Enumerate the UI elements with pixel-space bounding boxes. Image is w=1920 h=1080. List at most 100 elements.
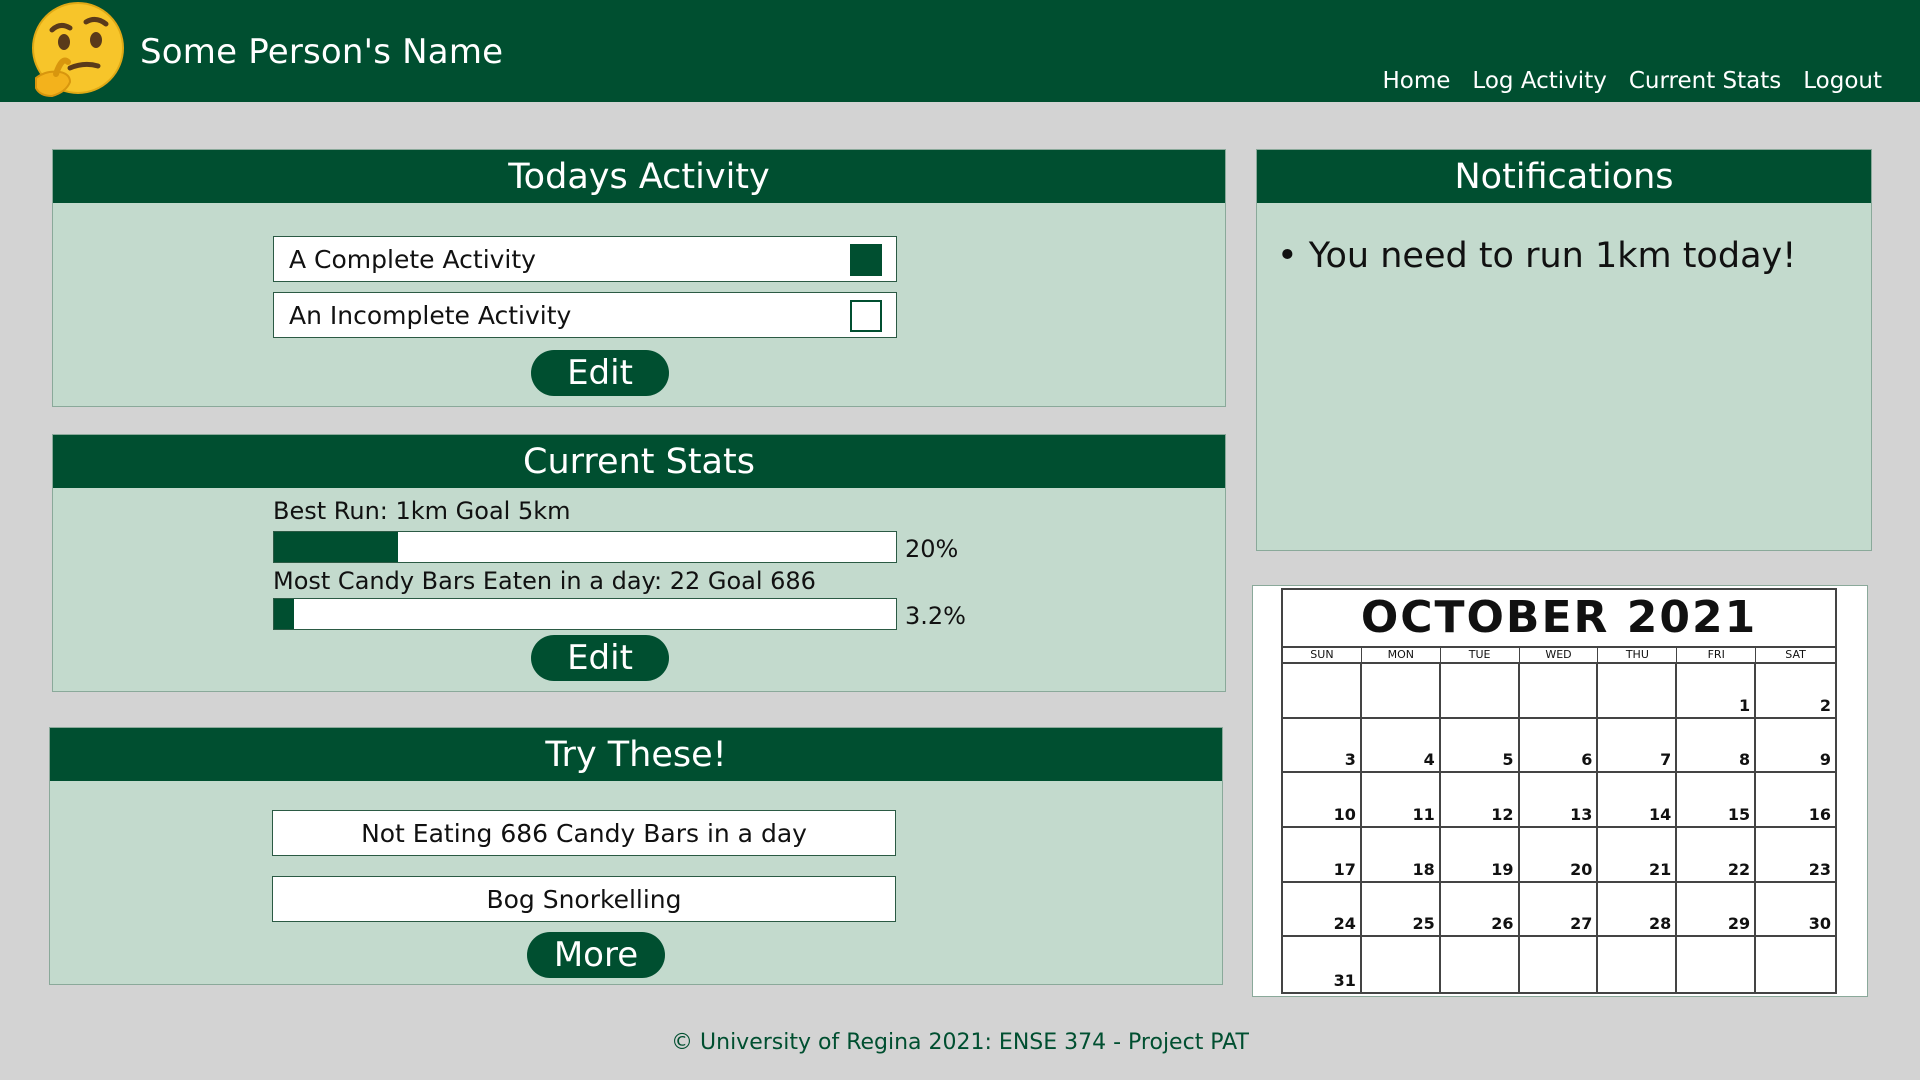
activity-row: A Complete Activity (273, 236, 897, 282)
calendar-day-cell[interactable]: 20 (1519, 828, 1599, 883)
calendar-day-cell[interactable]: 23 (1756, 828, 1835, 883)
calendar-day-cell[interactable]: 28 (1598, 882, 1678, 938)
nav-current-stats-link[interactable]: Current Stats (1629, 68, 1781, 94)
calendar-day-number: 26 (1491, 914, 1514, 934)
calendar-day-cell[interactable] (1361, 664, 1441, 719)
calendar-day-number: 20 (1570, 859, 1593, 879)
edit-activity-button[interactable]: Edit (531, 350, 669, 396)
todays-activity-title: Todays Activity (53, 150, 1225, 203)
calendar-day-cell[interactable] (1598, 664, 1678, 719)
calendar-day-cell[interactable]: 29 (1677, 882, 1757, 938)
footer-text: © University of Regina 2021: ENSE 374 - … (671, 1030, 1249, 1055)
activity-label: A Complete Activity (289, 244, 536, 274)
calendar-title: OCTOBER 2021 (1360, 592, 1758, 643)
top-nav-bar: Some Person's Name Home Log Activity Cur… (0, 0, 1920, 102)
calendar-day-cell[interactable]: 5 (1440, 718, 1520, 774)
calendar-day-number: 21 (1649, 859, 1672, 879)
more-button[interactable]: More (527, 932, 665, 978)
suggestion-item[interactable]: Not Eating 686 Candy Bars in a day (272, 810, 896, 856)
calendar-day-number: 11 (1412, 805, 1435, 824)
calendar-day-cell[interactable]: 7 (1598, 718, 1678, 774)
calendar-day-cell[interactable]: 3 (1283, 718, 1362, 774)
calendar-day-number: 17 (1333, 859, 1356, 879)
calendar-day-cell[interactable]: 26 (1440, 882, 1520, 938)
calendar-day-cell[interactable]: 27 (1519, 882, 1599, 938)
progress-fill (274, 532, 399, 562)
calendar-weekday: TUE (1441, 648, 1520, 662)
calendar-day-number: 29 (1727, 914, 1751, 934)
calendar-day-cell[interactable] (1520, 937, 1599, 992)
suggestion-item[interactable]: Bog Snorkelling (272, 876, 896, 922)
calendar-day-cell[interactable]: 21 (1598, 828, 1678, 883)
calendar-day-number: 5 (1502, 750, 1514, 770)
progress-bar (273, 598, 897, 630)
calendar-weekday: WED (1520, 648, 1599, 662)
calendar-day-number: 25 (1412, 914, 1435, 934)
calendar-day-cell[interactable] (1441, 937, 1520, 992)
activity-row: An Incomplete Activity (273, 292, 897, 338)
progress-percent: 3.2% (905, 602, 966, 630)
main-nav: Home Log Activity Current Stats Logout (1361, 68, 1883, 94)
calendar-day-cell[interactable] (1598, 937, 1678, 992)
calendar-day-number: 19 (1491, 859, 1514, 879)
calendar-day-cell[interactable] (1362, 937, 1441, 992)
calendar-day-number: 4 (1423, 750, 1435, 770)
stat-label: Most Candy Bars Eaten in a day: 22 Goal … (273, 567, 816, 595)
calendar-day-cell[interactable]: 12 (1440, 773, 1520, 828)
calendar-weekday: SAT (1785, 648, 1806, 661)
stat-label: Best Run: 1km Goal 5km (273, 497, 571, 525)
calendar-day-number: 8 (1739, 750, 1751, 770)
site-title: Some Person's Name (140, 32, 504, 72)
calendar-day-cell[interactable]: 18 (1361, 828, 1441, 883)
calendar-day-cell[interactable] (1283, 664, 1362, 719)
calendar-day-number: 27 (1570, 914, 1593, 934)
edit-stats-button[interactable]: Edit (531, 635, 669, 681)
calendar-day-number: 2 (1819, 695, 1831, 715)
calendar-day-cell[interactable]: 4 (1361, 718, 1441, 774)
current-stats-title: Current Stats (53, 435, 1225, 488)
calendar-day-cell[interactable] (1677, 937, 1757, 992)
progress-fill (274, 599, 294, 629)
calendar-day-cell[interactable]: 30 (1756, 883, 1835, 938)
calendar-day-cell[interactable]: 2 (1756, 664, 1835, 719)
calendar-day-number: 30 (1808, 914, 1831, 934)
calendar-day-number: 18 (1412, 859, 1435, 879)
calendar-day-cell[interactable]: 13 (1519, 773, 1599, 828)
calendar-day-cell[interactable]: 22 (1677, 828, 1757, 883)
calendar-day-cell[interactable]: 9 (1756, 719, 1835, 774)
calendar-day-cell[interactable]: 11 (1361, 773, 1441, 828)
todays-activity-panel: Todays Activity A Complete Activity An I… (52, 149, 1226, 407)
calendar-weekday-header: SUN MON TUE WED THU FRI SAT (1283, 646, 1835, 664)
calendar-day-cell[interactable]: 19 (1440, 828, 1520, 883)
calendar-day-number: 9 (1819, 750, 1831, 770)
activity-checkbox[interactable] (850, 300, 882, 332)
calendar-day-cell[interactable]: 15 (1677, 773, 1757, 828)
calendar-day-cell[interactable]: 16 (1756, 773, 1835, 828)
calendar-frame: OCTOBER 2021 SUN MON TUE WED THU FRI SAT 12345… (1281, 588, 1837, 994)
calendar-day-number: 31 (1333, 971, 1356, 990)
nav-log-activity-link[interactable]: Log Activity (1472, 68, 1606, 94)
nav-logout-link[interactable]: Logout (1803, 68, 1882, 94)
calendar-day-number: 3 (1344, 750, 1356, 770)
activity-checkbox[interactable] (850, 244, 882, 276)
calendar-day-cell[interactable]: 14 (1598, 773, 1678, 828)
notification-item: • You need to run 1km today! (1277, 236, 1797, 276)
calendar-day-cell[interactable]: 10 (1283, 773, 1362, 828)
calendar-day-number: 15 (1727, 805, 1751, 824)
calendar-day-cell[interactable] (1519, 664, 1599, 719)
try-these-title: Try These! (50, 728, 1222, 781)
calendar-day-cell[interactable]: 31 (1283, 937, 1362, 992)
notifications-panel: Notifications • You need to run 1km toda… (1256, 149, 1872, 551)
calendar-day-cell[interactable]: 6 (1519, 718, 1599, 774)
calendar-day-cell[interactable]: 24 (1283, 882, 1362, 938)
calendar-day-number: 12 (1491, 805, 1514, 824)
calendar-day-cell[interactable]: 8 (1677, 718, 1757, 774)
calendar-day-number: 13 (1570, 805, 1593, 824)
calendar-day-cell[interactable] (1440, 664, 1520, 719)
calendar-day-cell[interactable]: 1 (1677, 664, 1757, 719)
calendar-day-cell[interactable]: 25 (1361, 882, 1441, 938)
calendar-day-cell[interactable]: 17 (1283, 828, 1362, 883)
progress-bar (273, 531, 897, 563)
calendar-day-cell[interactable] (1756, 937, 1835, 992)
nav-home-link[interactable]: Home (1383, 68, 1451, 94)
